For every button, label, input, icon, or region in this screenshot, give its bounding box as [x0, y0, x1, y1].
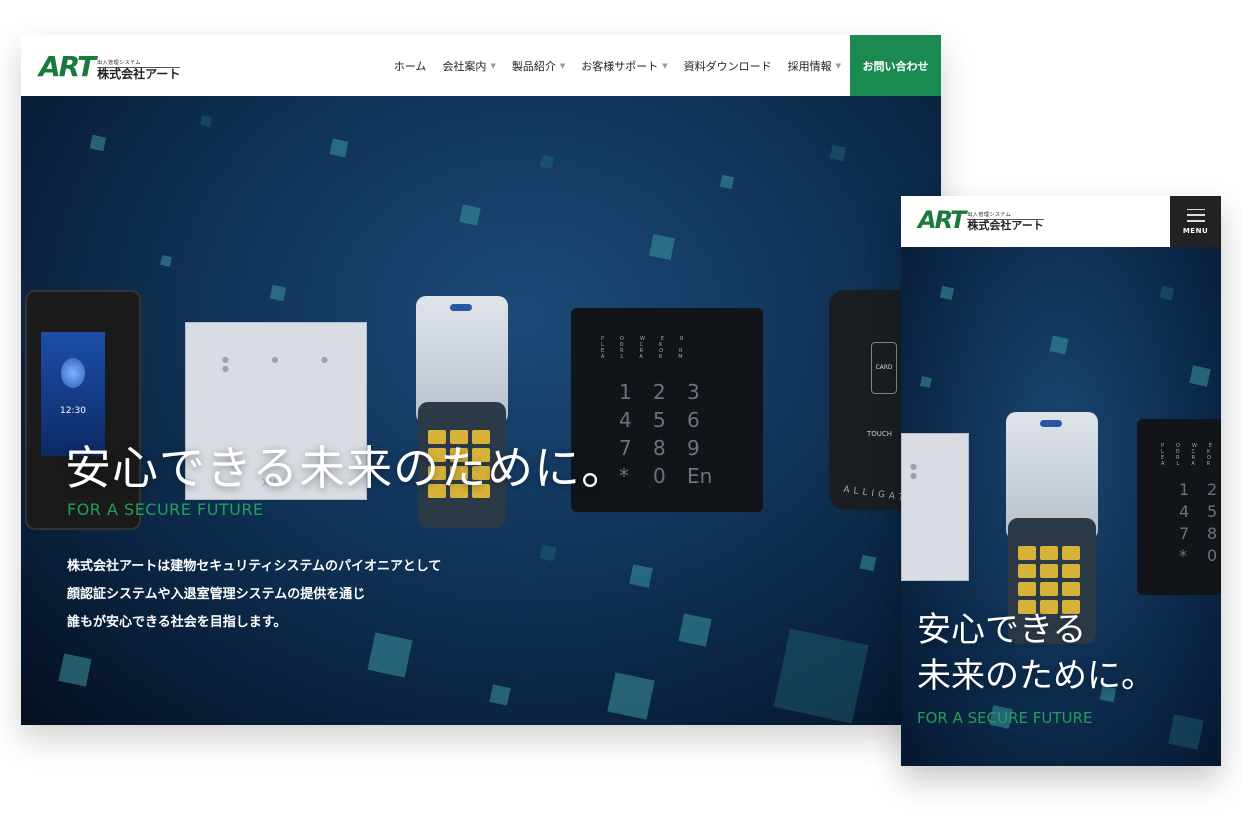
- mobile-hero-title: 安心できる 未来のために。: [917, 607, 1155, 699]
- decor-cube: [1189, 365, 1211, 387]
- touch-keypad-panel: POWER LOCK ERROR ALARM 12 45 78 *0: [1137, 419, 1221, 595]
- global-nav: ホーム 会社案内 ▼ 製品紹介 ▼ お客様サポート ▼ 資料ダウンロード 採用情…: [386, 35, 849, 96]
- chevron-down-icon: ▼: [559, 61, 566, 70]
- mobile-mockup: ART 出入管理システム 株式会社アート MENU ● ● POW LOCK E…: [901, 196, 1221, 766]
- hamburger-icon: [1186, 208, 1205, 222]
- card-slot: [1040, 420, 1062, 427]
- decor-cube: [200, 115, 212, 127]
- nav-item-home[interactable]: ホーム: [386, 58, 435, 74]
- panel-status-labels: POWER LOCK ERROR ALARM: [601, 336, 700, 360]
- logo-company-name: 株式会社アート: [97, 66, 181, 81]
- company-logo[interactable]: ART 出入管理システム 株式会社アート: [918, 208, 1044, 232]
- panel-digits: 123 456 789 * 0 En: [619, 380, 713, 488]
- decor-cube: [58, 653, 92, 687]
- decor-cube: [539, 544, 557, 562]
- hero-title: 安心できる未来のために。: [65, 441, 629, 495]
- decor-cube: [773, 628, 869, 724]
- mobile-hero-section: ● ● POWER LOCK ERROR ALARM 12 45 78 *0 安…: [901, 247, 1221, 766]
- decor-cube: [920, 376, 932, 388]
- desktop-mockup: ART 出入管理システム 株式会社アート ホーム 会社案内 ▼ 製品紹介 ▼ お…: [21, 35, 941, 725]
- hero-description-line: 株式会社アートは建物セキュリティシステムのパイオニアとして: [67, 559, 442, 574]
- decor-cube: [1168, 714, 1204, 750]
- decor-cube: [269, 284, 287, 302]
- wall-control-panel: ● ●: [901, 433, 969, 581]
- chevron-down-icon: ▼: [835, 61, 841, 70]
- decor-cube: [939, 285, 955, 301]
- logo-mark: ART: [918, 206, 966, 234]
- decor-cube: [459, 204, 481, 226]
- indicator-dots: ● ● ● ●: [222, 355, 349, 373]
- chevron-down-icon: ▼: [490, 61, 496, 70]
- contact-button[interactable]: お問い合わせ: [850, 35, 941, 96]
- face-icon: [61, 358, 85, 388]
- panel-status-labels: POWER LOCK ERROR ALARM: [1161, 443, 1221, 467]
- nav-item-company[interactable]: 会社案内 ▼: [434, 58, 503, 74]
- nav-item-label: 採用情報: [787, 59, 832, 73]
- decor-cube: [1159, 285, 1175, 301]
- decor-cube: [719, 174, 735, 190]
- terminal-time: 12:30: [60, 406, 86, 416]
- company-logo[interactable]: ART 出入管理システム 株式会社アート: [39, 50, 181, 83]
- decor-cube: [678, 613, 712, 647]
- panel-digits: 12 45 78 * 0: [1179, 480, 1218, 565]
- decor-cube: [859, 554, 877, 572]
- chevron-down-icon: ▼: [662, 61, 668, 70]
- menu-button[interactable]: MENU: [1170, 196, 1221, 247]
- nav-item-download[interactable]: 資料ダウンロード: [676, 58, 780, 74]
- nav-item-label: お客様サポート: [581, 59, 659, 73]
- decor-cube: [329, 138, 349, 158]
- decor-cube: [607, 672, 655, 720]
- decor-cube: [539, 154, 555, 170]
- mobile-hero-title-line: 未来のために。: [917, 656, 1155, 696]
- logo-mark: ART: [39, 50, 96, 83]
- hero-description-line: 顔認証システムや入退室管理システムの提供を通じ: [67, 587, 366, 602]
- nav-item-label: ホーム: [393, 59, 427, 73]
- nav-item-support[interactable]: お客様サポート ▼: [573, 58, 675, 74]
- mobile-hero-title-line: 安心できる: [917, 610, 1087, 650]
- nav-item-recruit[interactable]: 採用情報 ▼: [780, 58, 849, 74]
- decor-cube: [629, 564, 653, 588]
- decor-cube: [829, 144, 847, 162]
- hero-subtitle: FOR A SECURE FUTURE: [67, 500, 264, 519]
- decor-cube: [648, 233, 676, 261]
- card-slot: [450, 304, 472, 311]
- hero-section: 12:30 ● ● ● ● XU POWER LOCK ERROR ALARM …: [21, 96, 941, 725]
- nav-item-label: 会社案内: [442, 59, 487, 73]
- decor-cube: [89, 134, 107, 152]
- site-header: ART 出入管理システム 株式会社アート ホーム 会社案内 ▼ 製品紹介 ▼ お…: [21, 35, 941, 96]
- hero-description: 株式会社アートは建物セキュリティシステムのパイオニアとして 顔認証システムや入退…: [67, 553, 441, 637]
- nav-item-products[interactable]: 製品紹介 ▼: [504, 58, 573, 74]
- decor-cube: [1049, 335, 1069, 355]
- nav-item-label: 製品紹介: [511, 59, 556, 73]
- nav-item-label: 資料ダウンロード: [683, 59, 772, 73]
- hero-description-line: 誰もが安心できる社会を目指します。: [67, 615, 287, 630]
- logo-company-name: 株式会社アート: [967, 218, 1044, 232]
- indicator-dots: ● ●: [910, 462, 931, 480]
- decor-cube: [160, 255, 172, 267]
- keypad-keys: [1018, 546, 1080, 614]
- touch-label: TOUCH: [867, 430, 893, 438]
- card-label: CARD: [871, 342, 897, 394]
- mobile-header: ART 出入管理システム 株式会社アート MENU: [901, 196, 1221, 247]
- decor-cube: [489, 684, 511, 706]
- mobile-hero-subtitle: FOR A SECURE FUTURE: [917, 709, 1093, 727]
- menu-label: MENU: [1182, 226, 1209, 235]
- decor-cube: [367, 632, 413, 678]
